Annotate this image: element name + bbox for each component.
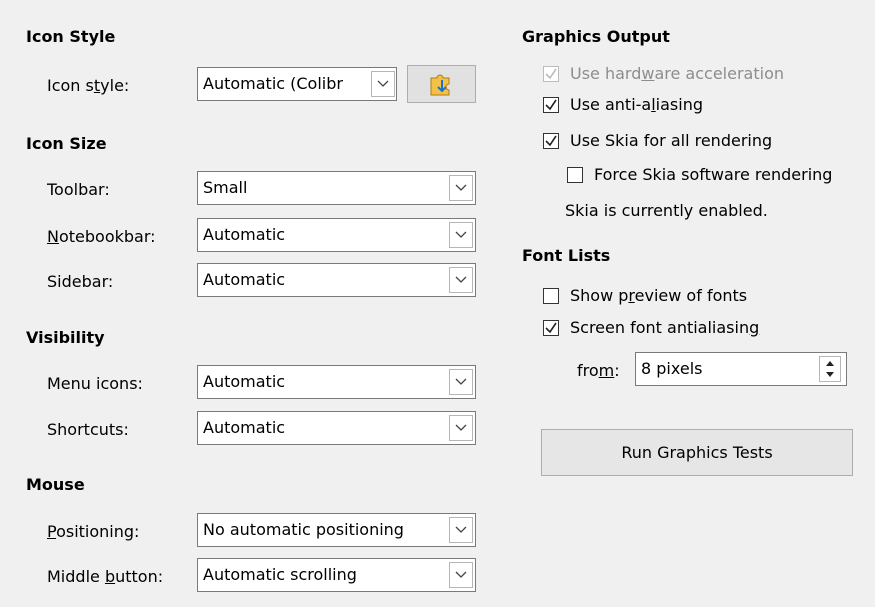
font-lists-heading: Font Lists xyxy=(522,246,611,265)
chevron-down-icon[interactable] xyxy=(449,562,473,588)
menu-icons-value: Automatic xyxy=(203,372,286,391)
antialiasing-pixels-spinbox[interactable]: 8 pixels xyxy=(635,352,847,386)
toolbar-label: Toolbar: xyxy=(47,180,110,199)
menu-icons-label: Menu icons: xyxy=(47,374,143,393)
graphics-output-heading: Graphics Output xyxy=(522,27,670,46)
font-preview-label: Show preview of fonts xyxy=(570,286,748,305)
anti-aliasing-checkbox[interactable] xyxy=(543,97,559,113)
positioning-value: No automatic positioning xyxy=(203,520,404,539)
chevron-down-icon[interactable] xyxy=(449,222,473,248)
checkmark-icon xyxy=(545,322,557,334)
antialiasing-from-label: from: xyxy=(577,361,620,380)
icon-style-select[interactable]: Automatic (Colibr xyxy=(197,67,397,101)
chevron-down-icon[interactable] xyxy=(449,415,473,441)
middle-button-label: Middle button: xyxy=(47,567,164,586)
shortcuts-value: Automatic xyxy=(203,418,286,437)
force-skia-software-checkbox[interactable] xyxy=(567,167,583,183)
chevron-down-icon[interactable] xyxy=(449,369,473,395)
anti-aliasing-label: Use anti-aliasing xyxy=(570,95,703,114)
sidebar-label: Sidebar: xyxy=(47,272,114,291)
chevron-down-icon[interactable] xyxy=(449,517,473,543)
sidebar-size-value: Automatic xyxy=(203,270,286,289)
mouse-heading: Mouse xyxy=(26,475,85,494)
middle-button-value: Automatic scrolling xyxy=(203,565,357,584)
skia-status-text: Skia is currently enabled. xyxy=(565,201,768,220)
toolbar-size-value: Small xyxy=(203,178,248,197)
screen-font-antialiasing-label: Screen font antialiasing xyxy=(570,318,760,337)
icon-style-extension-button[interactable] xyxy=(407,65,476,103)
icon-style-value: Automatic (Colibr xyxy=(203,74,343,93)
spin-down-icon[interactable] xyxy=(820,369,840,381)
toolbar-size-select[interactable]: Small xyxy=(197,171,476,205)
antialiasing-pixels-value: 8 pixels xyxy=(641,359,703,378)
sidebar-size-select[interactable]: Automatic xyxy=(197,263,476,297)
chevron-down-icon[interactable] xyxy=(449,267,473,293)
spin-buttons[interactable] xyxy=(819,356,841,382)
checkmark-icon xyxy=(545,135,557,147)
hardware-acceleration-checkbox[interactable] xyxy=(543,66,559,82)
notebookbar-size-value: Automatic xyxy=(203,225,286,244)
skia-rendering-label: Use Skia for all rendering xyxy=(570,131,773,150)
force-skia-software-label: Force Skia software rendering xyxy=(594,165,833,184)
skia-rendering-checkbox[interactable] xyxy=(543,133,559,149)
menu-icons-select[interactable]: Automatic xyxy=(197,365,476,399)
run-graphics-tests-button[interactable]: Run Graphics Tests xyxy=(541,429,853,476)
spin-up-icon[interactable] xyxy=(820,357,840,369)
font-preview-checkbox[interactable] xyxy=(543,288,559,304)
screen-font-antialiasing-checkbox[interactable] xyxy=(543,320,559,336)
notebookbar-size-select[interactable]: Automatic xyxy=(197,218,476,252)
icon-style-heading: Icon Style xyxy=(26,27,116,46)
shortcuts-select[interactable]: Automatic xyxy=(197,411,476,445)
icon-size-heading: Icon Size xyxy=(26,134,107,153)
checkmark-icon xyxy=(545,68,557,80)
chevron-down-icon[interactable] xyxy=(371,71,395,97)
notebookbar-label: Notebookbar: xyxy=(47,227,156,246)
visibility-heading: Visibility xyxy=(26,328,105,347)
chevron-down-icon[interactable] xyxy=(449,175,473,201)
middle-button-select[interactable]: Automatic scrolling xyxy=(197,558,476,592)
positioning-label: Positioning: xyxy=(47,522,140,541)
puzzle-extension-icon xyxy=(430,74,450,96)
positioning-select[interactable]: No automatic positioning xyxy=(197,513,476,547)
hardware-acceleration-label: Use hardware acceleration xyxy=(570,64,784,83)
shortcuts-label: Shortcuts: xyxy=(47,420,129,439)
icon-style-label: Icon style: xyxy=(47,76,130,95)
checkmark-icon xyxy=(545,99,557,111)
